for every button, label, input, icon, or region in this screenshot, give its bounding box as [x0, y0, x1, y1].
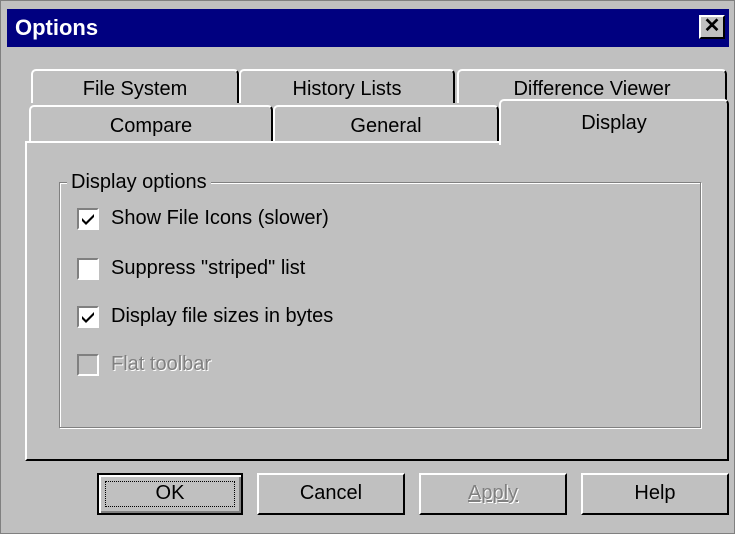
close-icon: ✕: [703, 15, 721, 37]
tab-label: File System: [82, 78, 188, 100]
apply-button-label: Apply: [467, 482, 519, 504]
display-file-sizes-checkbox[interactable]: [77, 306, 99, 328]
tab-compare[interactable]: Compare: [29, 105, 273, 143]
tab-general[interactable]: General: [273, 105, 499, 143]
tab-file-system[interactable]: File System: [31, 69, 239, 103]
tab-label: History Lists: [292, 78, 402, 100]
tab-label: General: [350, 115, 422, 137]
group-title: Display options: [67, 171, 211, 194]
suppress-striped-list-checkbox[interactable]: [77, 258, 99, 280]
apply-button: Apply: [419, 473, 567, 515]
tab-label: Compare: [109, 115, 193, 137]
ok-button[interactable]: OK: [97, 473, 243, 515]
suppress-striped-list-label[interactable]: Suppress "striped" list: [111, 257, 305, 280]
checkmark-icon: [82, 214, 94, 225]
display-file-sizes-label[interactable]: Display file sizes in bytes: [111, 305, 333, 328]
show-file-icons-checkbox[interactable]: [77, 208, 99, 230]
dialog-title: Options: [15, 15, 99, 40]
title-bar[interactable]: Options ✕: [7, 9, 729, 47]
tab-label: Difference Viewer: [513, 78, 671, 100]
tab-history-lists[interactable]: History Lists: [239, 69, 455, 103]
flat-toolbar-checkbox: [77, 354, 99, 376]
cancel-button[interactable]: Cancel: [257, 473, 405, 515]
help-button-label: Help: [634, 482, 676, 504]
close-button[interactable]: ✕: [699, 15, 725, 39]
ok-button-label: OK: [155, 482, 185, 504]
show-file-icons-label[interactable]: Show File Icons (slower): [111, 207, 329, 230]
tab-label: Display: [581, 112, 647, 134]
help-button[interactable]: Help: [581, 473, 729, 515]
tab-difference-viewer[interactable]: Difference Viewer: [457, 69, 727, 103]
checkmark-icon: [82, 312, 94, 323]
options-dialog: Options ✕ File System History Lists Diff…: [0, 0, 735, 534]
tab-display[interactable]: Display: [499, 99, 729, 145]
cancel-button-label: Cancel: [299, 482, 363, 504]
flat-toolbar-label: Flat toolbar: [111, 353, 212, 375]
